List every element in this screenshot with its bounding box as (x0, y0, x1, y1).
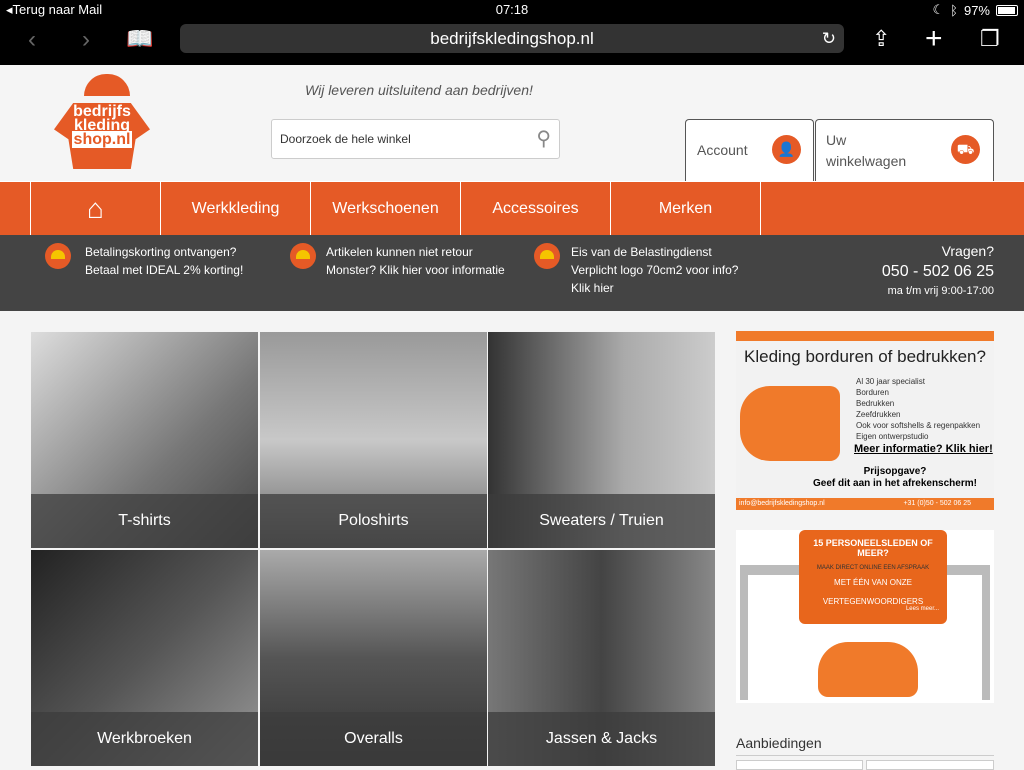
nav-werkkleding[interactable]: Werkkleding (160, 182, 310, 235)
nav-merken[interactable]: Merken (610, 182, 760, 235)
thumbs-up-icon (740, 386, 840, 461)
category-label: Poloshirts (260, 494, 487, 548)
usp-title: Artikelen kunnen niet retour (326, 245, 473, 259)
site-header: bedrijfs kleding shop.nl Wij leveren uitsl… (0, 65, 1024, 181)
new-tab-icon[interactable]: + (925, 22, 943, 56)
helmet-icon (290, 243, 316, 269)
usp-title: Eis van de Belastingdienst (571, 245, 712, 259)
banner-bullets: Al 30 jaar specialist Borduren Bedrukken Ze… (856, 377, 981, 441)
url-text: bedrijfskledingshop.nl (430, 29, 594, 48)
category-label: Jassen & Jacks (488, 712, 715, 766)
category-poloshirts[interactable]: Poloshirts (260, 332, 487, 548)
usp-link: Klik hier (571, 281, 614, 295)
battery-text: 97% (963, 2, 990, 18)
bookmarks-icon[interactable]: 📖 (126, 26, 153, 52)
account-button[interactable]: Account 👤 (685, 119, 814, 181)
search-icon[interactable]: ⚲ (536, 126, 551, 151)
banner-title: Kleding borduren of bedrukken? (744, 347, 986, 366)
usp-text: Monster? Klik hier voor informatie (326, 263, 505, 277)
usp-title: Betalingskorting ontvangen? (85, 245, 237, 259)
contact-block: Vragen? 050 - 502 06 25 ma t/m vrij 9:00… (882, 243, 994, 297)
aanbiedingen-heading: Aanbiedingen (736, 735, 994, 756)
category-label: T-shirts (31, 494, 258, 548)
back-icon[interactable]: ‹ (28, 26, 36, 54)
banner-more: Meer informatie? Klik hier! (854, 443, 993, 455)
banner-afspraak[interactable]: 15 PERSONEELSLEDEN OF MEER? MAAK DIRECT … (736, 530, 994, 703)
nav-home[interactable]: ⌂ (30, 182, 160, 235)
usp-tax[interactable]: Eis van de Belastingdienst Verplicht logo… (571, 243, 738, 297)
helmet-icon (45, 243, 71, 269)
offer-card[interactable] (866, 760, 994, 770)
forward-icon[interactable]: › (82, 26, 90, 54)
cart-label: Uw winkelwagen (826, 132, 907, 169)
usp-bar: Betalingskorting ontvangen? Betaal met ID… (0, 235, 1024, 311)
search-placeholder: Doorzoek de hele winkel (280, 132, 411, 146)
address-bar[interactable]: bedrijfskledingshop.nl ↻ (180, 24, 844, 53)
category-overalls[interactable]: Overalls (260, 550, 487, 766)
category-label: Sweaters / Truien (488, 494, 715, 548)
tabs-icon[interactable]: ❐ (980, 26, 1000, 52)
search-input[interactable]: Doorzoek de hele winkel ⚲ (271, 119, 560, 159)
category-label: Overalls (260, 712, 487, 766)
offer-card[interactable] (736, 760, 863, 770)
clock: 07:18 (495, 2, 529, 17)
category-jassen[interactable]: Jassen & Jacks (488, 550, 715, 766)
contact-hours: ma t/m vrij 9:00-17:00 (887, 285, 994, 297)
category-label: Werkbroeken (31, 712, 258, 766)
contact-question: Vragen? (941, 243, 994, 259)
usp-payment[interactable]: Betalingskorting ontvangen? Betaal met ID… (85, 243, 243, 279)
share-icon[interactable]: ⇪ (872, 26, 890, 52)
home-icon: ⌂ (87, 193, 104, 224)
category-sweaters[interactable]: Sweaters / Truien (488, 332, 715, 548)
main-nav: ⌂ Werkkleding Werkschoenen Accessoires M… (0, 181, 1024, 235)
category-werkbroeken[interactable]: Werkbroeken (31, 550, 258, 766)
browser-toolbar: ‹ › 📖 bedrijfskledingshop.nl ↻ ⇪ + ❐ (0, 20, 1024, 65)
status-right: ☾ ᛒ 97% (932, 2, 1018, 18)
nav-werkschoenen[interactable]: Werkschoenen (310, 182, 460, 235)
wheelbarrow-icon: ⛟ (951, 135, 980, 164)
user-icon: 👤 (772, 135, 801, 164)
car-image (818, 642, 918, 697)
usp-returns[interactable]: Artikelen kunnen niet retour Monster? Kli… (326, 243, 505, 279)
tagline: Wij leveren uitsluitend aan bedrijven! (305, 82, 533, 98)
account-label: Account (697, 142, 748, 158)
usp-text: Betaal met IDEAL 2% korting! (85, 263, 244, 277)
nav-accessoires[interactable]: Accessoires (460, 182, 610, 235)
usp-text: Verplicht logo 70cm2 voor info? (571, 263, 739, 277)
logo[interactable]: bedrijfs kleding shop.nl (40, 73, 164, 173)
status-bar: ◂Terug naar Mail 07:18 ☾ ᛒ 97% (0, 0, 1024, 20)
banner-borduren[interactable]: Kleding borduren of bedrukken? Al 30 jaa… (736, 331, 994, 510)
contact-phone[interactable]: 050 - 502 06 25 (882, 263, 994, 281)
bluetooth-icon: ᛒ (950, 2, 958, 18)
reload-icon[interactable]: ↻ (822, 24, 836, 53)
cart-button[interactable]: Uw winkelwagen ⛟ (815, 119, 994, 181)
battery-icon (996, 4, 1018, 16)
category-tshirts[interactable]: T-shirts (31, 332, 258, 548)
helmet-icon (534, 243, 560, 269)
moon-icon: ☾ (932, 2, 945, 17)
nav-empty (760, 182, 1024, 235)
